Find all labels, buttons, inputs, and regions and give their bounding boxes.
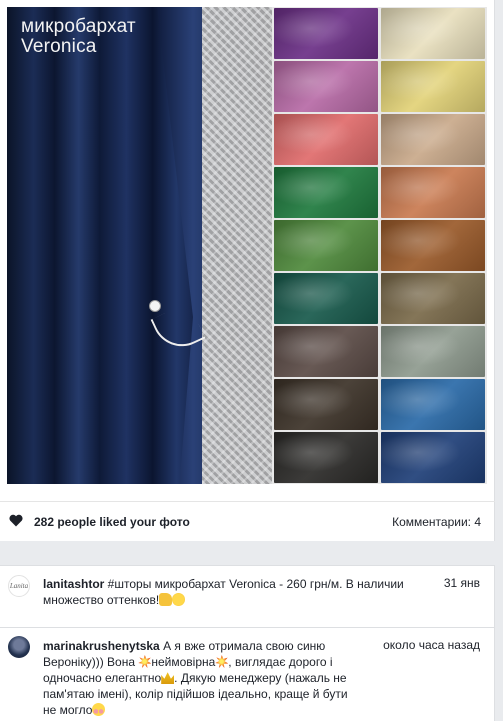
tieback-knob xyxy=(149,300,161,312)
comment-author[interactable]: marinakrushenytska xyxy=(43,639,160,653)
sheer-curtain xyxy=(202,7,272,484)
fabric-swatch xyxy=(381,167,485,218)
fabric-swatch xyxy=(381,273,485,324)
fabric-swatch-grid xyxy=(272,7,487,484)
collision-icon xyxy=(138,655,152,668)
comments-count-text[interactable]: Комментарии: 4 xyxy=(392,515,481,529)
fabric-swatch xyxy=(274,379,378,430)
fabric-swatch xyxy=(274,220,378,271)
comment-author[interactable]: lanitashtor xyxy=(43,577,104,591)
heart-icon[interactable] xyxy=(9,514,23,527)
comment-body: marinakrushenytska А я вже отримала свою… xyxy=(43,638,358,718)
fabric-swatch xyxy=(381,432,485,483)
crown-icon xyxy=(161,672,175,684)
fabric-swatch xyxy=(381,61,485,112)
fabric-swatch xyxy=(274,61,378,112)
comment-item: marinakrushenytska А я вже отримала свою… xyxy=(0,627,495,721)
collision-icon xyxy=(215,655,229,668)
photo-title-line1: микробархат xyxy=(21,16,136,37)
likes-count-text[interactable]: 282 people liked your фото xyxy=(34,515,190,529)
post-card: микробархат Veronica 282 people liked yo… xyxy=(0,0,495,541)
avatar[interactable] xyxy=(8,636,30,658)
fabric-swatch xyxy=(274,432,378,483)
photo-title-line2: Veronica xyxy=(21,36,97,57)
fabric-swatch xyxy=(381,114,485,165)
post-photo[interactable]: микробархат Veronica xyxy=(7,7,487,484)
fabric-swatch xyxy=(274,326,378,377)
fabric-swatch xyxy=(381,220,485,271)
fabric-swatch xyxy=(381,379,485,430)
comment-text: неймовірна xyxy=(151,655,216,669)
grinning-face-icon xyxy=(172,593,186,606)
fabric-swatch xyxy=(274,8,378,59)
fabric-swatch xyxy=(274,114,378,165)
thumbs-up-icon xyxy=(159,593,173,606)
fabric-swatch xyxy=(381,8,485,59)
avatar[interactable]: Lanita xyxy=(8,575,30,597)
comment-item: Lanita lanitashtor #шторы микробархат Ve… xyxy=(0,565,495,627)
smiling-blush-icon xyxy=(92,703,106,716)
fabric-swatch xyxy=(274,167,378,218)
likes-bar: 282 people liked your фото Комментарии: … xyxy=(0,501,495,541)
fabric-swatch xyxy=(274,273,378,324)
comment-body: lanitashtor #шторы микробархат Veronica … xyxy=(43,576,423,608)
photo-title: микробархат Veronica xyxy=(21,17,136,57)
comment-timestamp[interactable]: около часа назад xyxy=(383,638,480,652)
comment-timestamp[interactable]: 31 янв xyxy=(444,576,480,590)
fabric-swatch xyxy=(381,326,485,377)
